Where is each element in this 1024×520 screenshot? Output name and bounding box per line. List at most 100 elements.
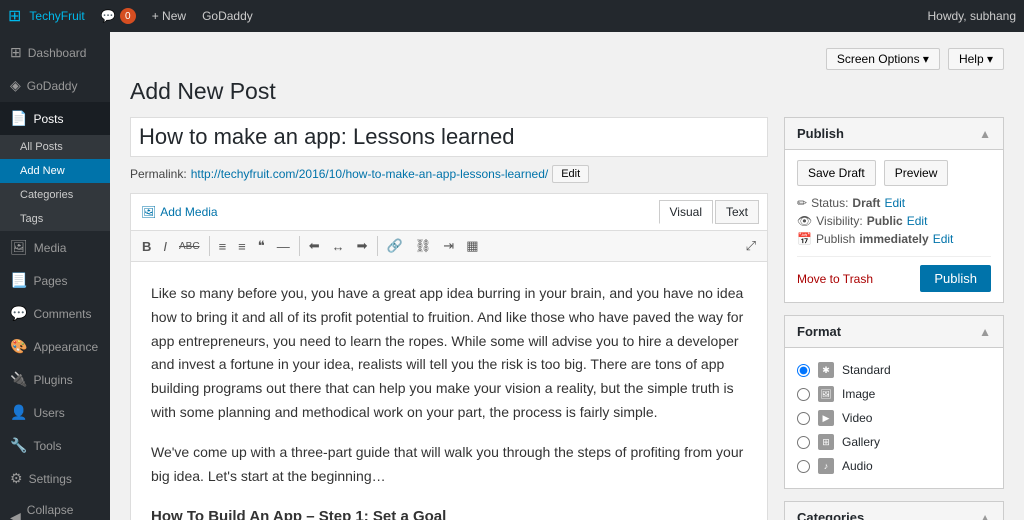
- screen-options-button[interactable]: Screen Options ▾: [826, 48, 940, 70]
- sidebar-item-settings[interactable]: ⚙ Settings: [0, 462, 110, 495]
- admin-bar-right: Howdy, subhang: [928, 9, 1017, 23]
- sidebar-item-add-new[interactable]: Add New: [0, 159, 110, 183]
- godaddy-link[interactable]: GoDaddy: [202, 9, 253, 23]
- format-option-video: ▶ Video: [797, 406, 991, 430]
- sidebar-item-appearance[interactable]: 🎨 Appearance: [0, 330, 110, 363]
- sidebar-item-tags[interactable]: Tags: [0, 207, 110, 231]
- post-sidebar-column: Publish ▲ Save Draft Preview ✏ Status: D…: [784, 117, 1004, 520]
- toolbar-align-right[interactable]: ➡: [352, 235, 373, 257]
- post-title-wrap: [130, 117, 768, 157]
- wp-logo: ⊞: [8, 6, 21, 26]
- sidebar-item-pages[interactable]: 📃 Pages: [0, 264, 110, 297]
- sidebar-item-categories[interactable]: Categories: [0, 183, 110, 207]
- editor-tabs: Visual Text: [659, 200, 759, 224]
- publish-toggle-icon[interactable]: ▲: [979, 127, 991, 141]
- publish-footer: Move to Trash Publish: [797, 256, 991, 292]
- toolbar-strikethrough[interactable]: ABC: [174, 238, 205, 255]
- format-label-standard: Standard: [842, 363, 891, 377]
- preview-button[interactable]: Preview: [884, 160, 949, 186]
- sidebar-label-godaddy: GoDaddy: [27, 79, 78, 93]
- post-title-input[interactable]: [130, 117, 768, 157]
- sidebar-label-pages: Pages: [33, 274, 67, 288]
- status-icon: ✏: [797, 196, 807, 210]
- notifications[interactable]: 💬 0: [101, 8, 136, 24]
- format-radio-video[interactable]: [797, 412, 810, 425]
- toolbar-hr[interactable]: —: [272, 236, 295, 257]
- editor-top-bar: 🖼 Add Media Visual Text: [131, 194, 767, 231]
- status-value: Draft: [852, 196, 880, 210]
- appearance-icon: 🎨: [10, 338, 27, 355]
- sidebar-item-godaddy[interactable]: ◈ GoDaddy: [0, 69, 110, 102]
- toolbar-unlink[interactable]: ⛓: [410, 235, 437, 257]
- sidebar-label-posts: Posts: [33, 112, 63, 126]
- sidebar-item-plugins[interactable]: 🔌 Plugins: [0, 363, 110, 396]
- permalink-wrap: Permalink: http://techyfruit.com/2016/10…: [130, 165, 768, 183]
- format-icon-video: ▶: [818, 410, 834, 426]
- visibility-edit-link[interactable]: Edit: [907, 214, 928, 228]
- toolbar-italic[interactable]: I: [158, 236, 172, 257]
- sidebar-item-media[interactable]: 🖼 Media: [0, 231, 110, 264]
- format-option-image: 🖼 Image: [797, 382, 991, 406]
- save-draft-button[interactable]: Save Draft: [797, 160, 876, 186]
- categories-widget: Categories ▲ All Categories Most Used Un…: [784, 501, 1004, 520]
- publish-actions: Save Draft Preview: [797, 160, 991, 186]
- posts-icon: 📄: [10, 110, 27, 127]
- publish-time-edit-link[interactable]: Edit: [933, 232, 954, 246]
- move-to-trash-link[interactable]: Move to Trash: [797, 272, 873, 286]
- toolbar-link[interactable]: 🔗: [382, 235, 408, 257]
- toolbar-bold[interactable]: B: [137, 236, 156, 257]
- add-media-icon: 🖼: [141, 205, 156, 219]
- sidebar-label-plugins: Plugins: [33, 373, 72, 387]
- post-main-column: Permalink: http://techyfruit.com/2016/10…: [130, 117, 768, 520]
- toolbar-ol[interactable]: ≡: [233, 236, 251, 257]
- collapse-icon: ◀: [10, 509, 21, 520]
- sidebar-item-collapse[interactable]: ◀ Collapse menu: [0, 495, 110, 520]
- editor-content[interactable]: Like so many before you, you have a grea…: [131, 262, 767, 520]
- permalink-url[interactable]: http://techyfruit.com/2016/10/how-to-mak…: [191, 167, 549, 181]
- sidebar-label-dashboard: Dashboard: [28, 46, 87, 60]
- format-radio-gallery[interactable]: [797, 436, 810, 449]
- format-label-video: Video: [842, 411, 872, 425]
- format-icon-standard: ✱: [818, 362, 834, 378]
- toolbar-ul[interactable]: ≡: [214, 236, 232, 257]
- site-name[interactable]: TechyFruit: [29, 9, 84, 23]
- visibility-label: Visibility:: [816, 214, 862, 228]
- tab-visual[interactable]: Visual: [659, 200, 713, 224]
- posts-submenu: All Posts Add New Categories Tags: [0, 135, 110, 231]
- format-icon-gallery: ⊞: [818, 434, 834, 450]
- toolbar-blockquote[interactable]: ❝: [253, 235, 270, 257]
- publish-time-label: Publish: [816, 232, 855, 246]
- sidebar-label-media: Media: [34, 241, 67, 255]
- toolbar-align-left[interactable]: ⬅: [304, 235, 325, 257]
- format-radio-standard[interactable]: [797, 364, 810, 377]
- sidebar-item-tools[interactable]: 🔧 Tools: [0, 429, 110, 462]
- format-option-standard: ✱ Standard: [797, 358, 991, 382]
- categories-toggle-icon[interactable]: ▲: [979, 511, 991, 520]
- toolbar-expand[interactable]: ⤢: [741, 235, 761, 257]
- sidebar-label-comments: Comments: [33, 307, 91, 321]
- format-radio-audio[interactable]: [797, 460, 810, 473]
- users-icon: 👤: [10, 404, 27, 421]
- content-paragraph-2: We've come up with a three-part guide th…: [151, 441, 747, 489]
- help-button[interactable]: Help ▾: [948, 48, 1004, 70]
- status-edit-link[interactable]: Edit: [884, 196, 905, 210]
- sidebar-item-posts[interactable]: 📄 Posts: [0, 102, 110, 135]
- toolbar-separator-2: [299, 236, 300, 256]
- toolbar-align-center[interactable]: ↔: [327, 236, 350, 257]
- sidebar-item-users[interactable]: 👤 Users: [0, 396, 110, 429]
- sidebar-item-dashboard[interactable]: ⊞ Dashboard: [0, 36, 110, 69]
- sidebar-item-comments[interactable]: 💬 Comments: [0, 297, 110, 330]
- new-post-link[interactable]: + New: [152, 9, 186, 23]
- publish-button[interactable]: Publish: [920, 265, 991, 292]
- add-media-button[interactable]: 🖼 Add Media: [139, 203, 220, 221]
- tab-text[interactable]: Text: [715, 200, 759, 224]
- format-toggle-icon[interactable]: ▲: [979, 325, 991, 339]
- sidebar-item-all-posts[interactable]: All Posts: [0, 135, 110, 159]
- toolbar-indent[interactable]: ⇥: [438, 235, 459, 257]
- status-label: Status:: [811, 196, 848, 210]
- media-icon: 🖼: [10, 239, 28, 256]
- publish-time-icon: 📅: [797, 232, 812, 246]
- toolbar-table[interactable]: ▦: [461, 235, 483, 257]
- format-radio-image[interactable]: [797, 388, 810, 401]
- permalink-edit-button[interactable]: Edit: [552, 165, 589, 183]
